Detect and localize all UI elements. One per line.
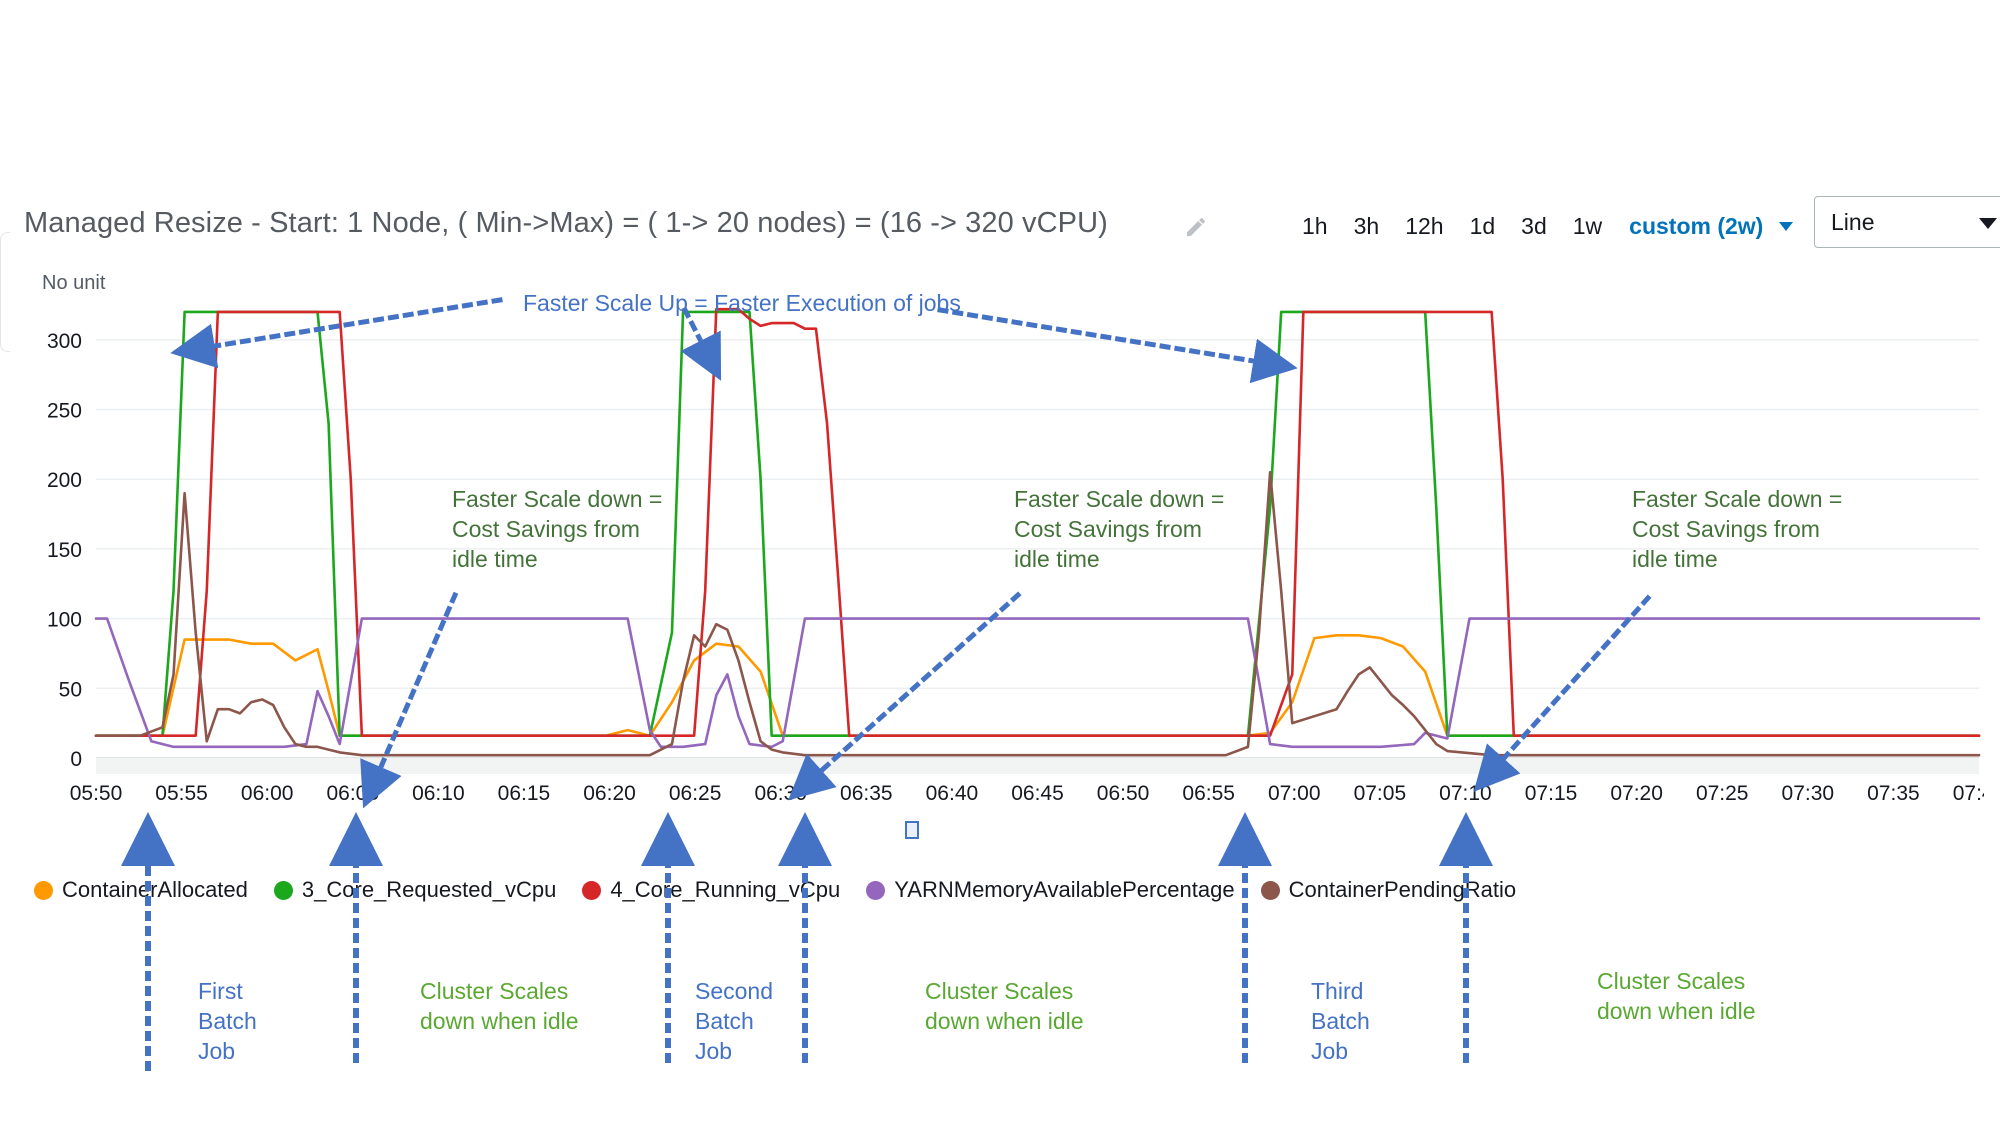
x-axis-tick: 07:30 [1782,782,1835,805]
chart-plot-area: No unit 0 50 100 150 200 250 300 05:50 05:55 06:0… [24,272,1984,850]
x-axis-tick: 05:55 [155,782,208,805]
x-axis-tick: 06:20 [583,782,636,805]
y-axis-tick: 200 [47,469,82,492]
legend-item[interactable]: YARNMemoryAvailablePercentage [866,877,1235,903]
y-axis-tick: 0 [70,748,82,771]
legend-item[interactable]: ContainerPendingRatio [1260,877,1517,903]
chart-legend: ContainerAllocated 3_Core_Requested_vCpu 4… [34,877,1528,903]
x-axis-tick: 07:00 [1268,782,1321,805]
x-axis-tick: 06:40 [926,782,979,805]
arrow-group-bottom-callouts [121,812,1493,1071]
x-axis-brush-handle[interactable] [905,821,919,839]
legend-item[interactable]: ContainerAllocated [34,877,248,903]
legend-label: 3_Core_Requested_vCpu [301,877,557,902]
x-axis-tick: 07:20 [1610,782,1663,805]
range-button-12h[interactable]: 12h [1392,209,1456,244]
legend-color-swatch [273,880,293,900]
y-axis-tick: 100 [47,609,82,632]
x-axis-tick: 06:35 [840,782,893,805]
page-title: Managed Resize - Start: 1 Node, ( Min->M… [24,207,1108,239]
legend-label: YARNMemoryAvailablePercentage [894,877,1235,902]
y-axis-tick: 50 [59,678,82,701]
legend-color-swatch [582,880,602,900]
legend-label: 4_Core_Running_vCpu [610,877,841,902]
y-axis-tick: 150 [47,539,82,562]
range-button-custom[interactable]: custom (2w) [1615,209,1771,244]
chart-series-line [94,617,1981,749]
annotation-second-batch-job: Second Batch Job [695,978,774,1064]
x-axis-tick: 06:30 [754,782,807,805]
x-axis-tick: 06:50 [1097,782,1150,805]
range-button-1w[interactable]: 1w [1560,209,1615,244]
chart-series-line [94,307,1981,738]
pencil-icon[interactable] [1184,215,1208,239]
annotation-first-batch-job: First Batch Job [198,978,257,1064]
annotation-third-batch-job: Third Batch Job [1311,978,1370,1064]
annotation-cluster-scales-2: Cluster Scales down when idle [925,978,1084,1034]
legend-label: ContainerPendingRatio [1288,877,1517,902]
legend-label: ContainerAllocated [62,877,248,902]
y-axis-tick: 250 [47,400,82,423]
chart-series-line [94,634,1981,738]
chevron-down-icon[interactable] [1779,222,1794,231]
legend-color-swatch [34,880,53,900]
chevron-down-icon [1979,218,1997,229]
x-axis-tick: 07:25 [1696,782,1749,805]
widget-header: Managed Resize - Start: 1 Node, ( Min->M… [24,196,2000,259]
chart-series-line [94,310,1981,738]
x-axis-tick: 06:15 [498,782,551,805]
chart-type-value: Line [1831,208,1875,235]
chart-series-line [94,470,1981,757]
y-axis-tick: 300 [47,330,82,353]
x-axis-tick: 06:10 [412,782,465,805]
line-chart-svg: 0 50 100 150 200 250 300 05:50 05:55 06:00 06:05 06… [47,307,1984,805]
legend-item[interactable]: 4_Core_Running_vCpu [582,877,840,903]
x-axis-tick: 05:50 [70,782,123,805]
range-button-1d[interactable]: 1d [1457,209,1509,244]
x-axis-tick: 06:25 [669,782,722,805]
legend-item[interactable]: 3_Core_Requested_vCpu [273,877,557,903]
x-axis-tick: 07:05 [1354,782,1407,805]
range-button-3d[interactable]: 3d [1508,209,1560,244]
time-range-selector[interactable]: 1h 3h 12h 1d 3d 1w custom (2w) [1289,209,1794,244]
x-axis-tick: 06:55 [1182,782,1235,805]
x-axis-tick: 07:15 [1525,782,1578,805]
x-axis-tick: 06:45 [1011,782,1064,805]
x-axis-tick: 06:05 [326,782,379,805]
x-axis-tick: 06:00 [241,782,294,805]
annotation-cluster-scales-1: Cluster Scales down when idle [420,978,579,1034]
range-button-3h[interactable]: 3h [1341,209,1393,244]
widget-left-edge [0,232,10,352]
legend-color-swatch [866,880,886,900]
x-axis-tick: 07:40 [1953,782,1984,805]
annotation-cluster-scales-3: Cluster Scales down when idle [1597,968,1756,1024]
legend-color-swatch [1260,880,1280,900]
chart-type-select[interactable]: Line [1814,196,2000,248]
x-axis-tick: 07:35 [1867,782,1920,805]
x-axis-tick: 07:10 [1439,782,1492,805]
range-button-1h[interactable]: 1h [1289,209,1341,244]
